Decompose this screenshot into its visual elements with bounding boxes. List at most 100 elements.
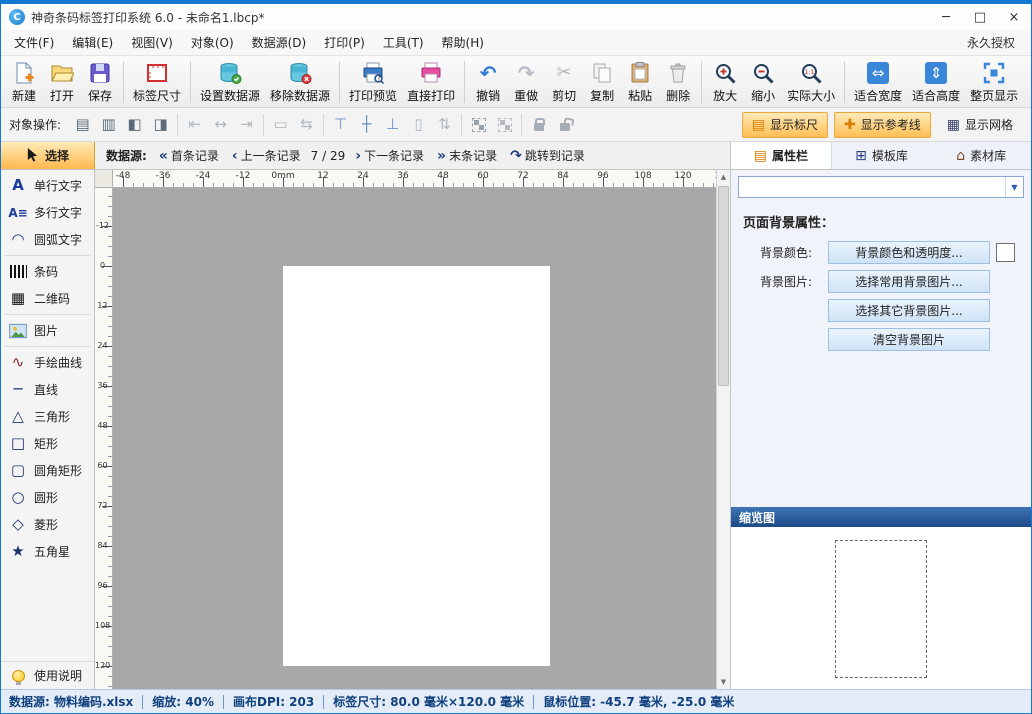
tool-line[interactable]: ─直线: [1, 376, 94, 403]
ungroup-icon[interactable]: [492, 112, 517, 138]
send-backward-icon[interactable]: ◨: [148, 112, 173, 138]
tab-materials[interactable]: ⌂ 素材库: [931, 142, 1031, 169]
tool-circle[interactable]: ○圆形: [1, 484, 94, 511]
bg-image-common-button[interactable]: 选择常用背景图片...: [828, 270, 990, 293]
open-button[interactable]: 打开: [43, 58, 81, 106]
label-size-icon: [145, 60, 169, 86]
scrollbar-thumb[interactable]: [718, 186, 729, 386]
jump-record-button[interactable]: ↷ 跳转到记录: [504, 145, 591, 166]
tool-multi-line-text[interactable]: A≡多行文字: [1, 199, 94, 226]
set-datasource-button[interactable]: 设置数据源: [195, 58, 265, 106]
label-size-button[interactable]: 标签尺寸: [128, 58, 186, 106]
vertical-scrollbar[interactable]: ▲ ▼: [716, 170, 730, 689]
distribute-h-icon[interactable]: ⇆: [294, 112, 319, 138]
undo-label: 撤销: [476, 87, 500, 104]
chevron-down-icon[interactable]: ▼: [1005, 177, 1023, 197]
close-button[interactable]: ×: [997, 4, 1031, 30]
copy-button[interactable]: 复制: [583, 58, 621, 106]
tool-star[interactable]: ★五角星: [1, 538, 94, 565]
scroll-up-button[interactable]: ▲: [717, 170, 730, 184]
scroll-down-button[interactable]: ▼: [717, 675, 730, 689]
tool-diamond[interactable]: ◇菱形: [1, 511, 94, 538]
menu-tools[interactable]: 工具(T): [374, 30, 433, 55]
same-width-icon[interactable]: ▭: [268, 112, 293, 138]
show-ruler-label: 显示标尺: [770, 116, 818, 133]
full-page-button[interactable]: 整页显示: [965, 58, 1023, 106]
bg-image-clear-button[interactable]: 清空背景图片: [828, 328, 990, 351]
align-left-icon[interactable]: ⇤: [182, 112, 207, 138]
bg-color-swatch[interactable]: [996, 243, 1015, 262]
tool-rectangle[interactable]: □矩形: [1, 430, 94, 457]
actual-size-button[interactable]: 1:1 实际大小: [782, 58, 840, 106]
menu-datasource[interactable]: 数据源(D): [243, 30, 316, 55]
tool-barcode[interactable]: 条码: [1, 258, 94, 285]
group-icon[interactable]: [466, 112, 491, 138]
prev-record-button[interactable]: ‹ 上一条记录: [226, 145, 307, 166]
tab-properties[interactable]: ▤ 属性栏: [731, 142, 832, 169]
show-guides-toggle[interactable]: ✚ 显示参考线: [834, 112, 931, 138]
save-button[interactable]: 保存: [81, 58, 119, 106]
select-tool-button[interactable]: 选择: [1, 142, 95, 169]
zoom-out-button[interactable]: 缩小: [744, 58, 782, 106]
fit-width-button[interactable]: ⇔ 适合宽度: [849, 58, 907, 106]
menu-view[interactable]: 视图(V): [122, 30, 182, 55]
bg-color-button[interactable]: 背景颜色和透明度...: [828, 241, 990, 264]
window-controls: ─ □ ×: [929, 4, 1031, 30]
bring-forward-icon[interactable]: ◧: [122, 112, 147, 138]
tool-triangle[interactable]: △三角形: [1, 403, 94, 430]
next-record-button[interactable]: › 下一条记录: [349, 145, 430, 166]
menu-object[interactable]: 对象(O): [182, 30, 243, 55]
tool-single-line-text[interactable]: A单行文字: [1, 172, 94, 199]
direct-print-button[interactable]: 直接打印: [402, 58, 460, 106]
show-grid-toggle[interactable]: ▦ 显示网格: [937, 112, 1023, 138]
scrollbar-track[interactable]: [717, 184, 730, 675]
show-ruler-toggle[interactable]: ▤ 显示标尺: [742, 112, 828, 138]
object-selector-combobox[interactable]: ▼: [738, 176, 1024, 198]
distribute-v-icon[interactable]: ⇅: [432, 112, 457, 138]
delete-button[interactable]: 删除: [659, 58, 697, 106]
paste-button[interactable]: 粘贴: [621, 58, 659, 106]
zoom-in-button[interactable]: 放大: [706, 58, 744, 106]
bring-to-front-icon[interactable]: ▤: [70, 112, 95, 138]
help-label: 使用说明: [34, 667, 82, 684]
lock-icon[interactable]: [526, 112, 551, 138]
tool-image[interactable]: 图片: [1, 317, 94, 344]
tool-arc-text[interactable]: ◠圆弧文字: [1, 226, 94, 253]
fit-height-button[interactable]: ⇕ 适合高度: [907, 58, 965, 106]
menu-edit[interactable]: 编辑(E): [63, 30, 122, 55]
last-record-button[interactable]: » 末条记录: [431, 145, 503, 166]
tool-qrcode[interactable]: ▦二维码: [1, 285, 94, 312]
print-preview-button[interactable]: 打印预览: [344, 58, 402, 106]
undo-button[interactable]: ↶ 撤销: [469, 58, 507, 106]
align-right-icon[interactable]: ⇥: [234, 112, 259, 138]
menu-file[interactable]: 文件(F): [5, 30, 63, 55]
actual-size-icon: 1:1: [799, 60, 823, 86]
same-height-icon[interactable]: ▯: [406, 112, 431, 138]
align-top-icon[interactable]: ⊤: [328, 112, 353, 138]
cut-button[interactable]: ✂ 剪切: [545, 58, 583, 106]
remove-datasource-label: 移除数据源: [270, 87, 330, 104]
save-label: 保存: [88, 87, 112, 104]
canvas[interactable]: [113, 188, 716, 689]
align-middle-icon[interactable]: ┼: [354, 112, 379, 138]
first-record-button[interactable]: « 首条记录: [153, 145, 225, 166]
menu-print[interactable]: 打印(P): [315, 30, 374, 55]
align-bottom-icon[interactable]: ⊥: [380, 112, 405, 138]
tool-label: 二维码: [34, 290, 70, 307]
tool-freehand-curve[interactable]: ∿手绘曲线: [1, 349, 94, 376]
menu-help[interactable]: 帮助(H): [433, 30, 493, 55]
align-center-h-icon[interactable]: ↔: [208, 112, 233, 138]
remove-datasource-button[interactable]: 移除数据源: [265, 58, 335, 106]
new-button[interactable]: 新建: [5, 58, 43, 106]
help-button[interactable]: 使用说明: [1, 661, 94, 689]
tab-templates[interactable]: ⊞ 模板库: [832, 142, 932, 169]
tool-rounded-rectangle[interactable]: ▢圆角矩形: [1, 457, 94, 484]
redo-button[interactable]: ↷ 重做: [507, 58, 545, 106]
label-page[interactable]: [283, 266, 550, 666]
bg-image-other-button[interactable]: 选择其它背景图片...: [828, 299, 990, 322]
bg-image-label: 背景图片:: [760, 273, 828, 290]
maximize-button[interactable]: □: [963, 4, 997, 30]
send-to-back-icon[interactable]: ▥: [96, 112, 121, 138]
unlock-icon[interactable]: [552, 112, 577, 138]
minimize-button[interactable]: ─: [929, 4, 963, 30]
